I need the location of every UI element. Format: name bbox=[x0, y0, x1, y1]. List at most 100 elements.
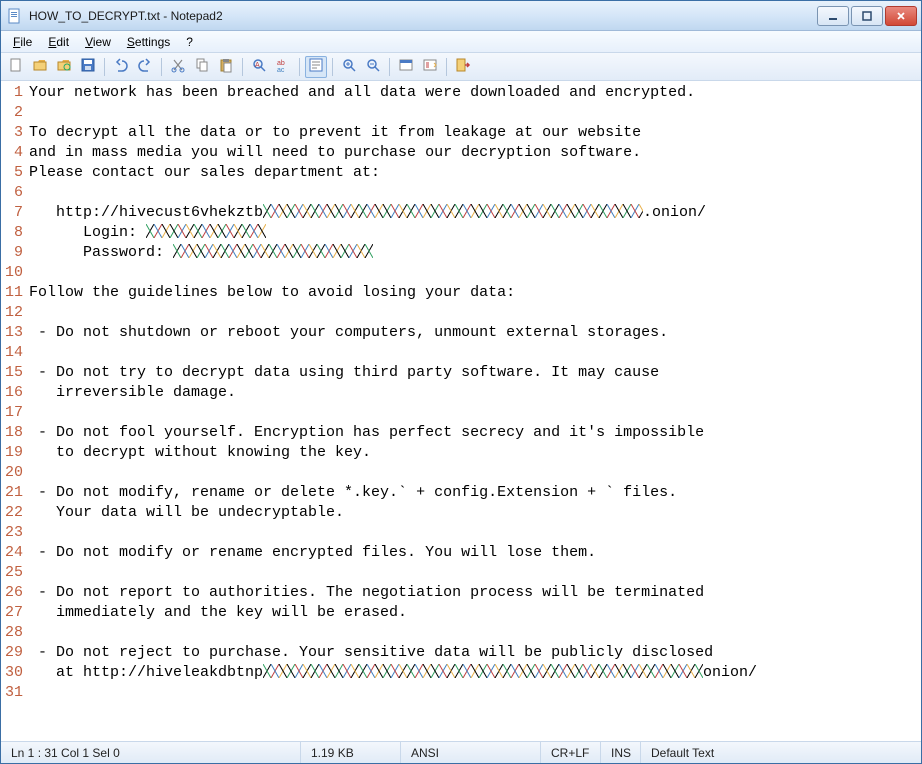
editor: 1234567891011121314151617181920212223242… bbox=[1, 81, 921, 741]
text-line bbox=[29, 683, 917, 703]
new-icon bbox=[8, 57, 24, 76]
text-line: http://hivecust6vhekztb.onion/ bbox=[29, 203, 917, 223]
undo-icon bbox=[113, 57, 129, 76]
window-title: HOW_TO_DECRYPT.txt - Notepad2 bbox=[29, 9, 817, 23]
minimize-button[interactable] bbox=[817, 6, 849, 26]
zoom-out-button[interactable] bbox=[362, 56, 384, 78]
text-line: Login: bbox=[29, 223, 917, 243]
text-line: irreversible damage. bbox=[29, 383, 917, 403]
text-line: - Do not report to authorities. The nego… bbox=[29, 583, 917, 603]
status-position: Ln 1 : 31 Col 1 Sel 0 bbox=[1, 742, 301, 763]
text-line: Your network has been breached and all d… bbox=[29, 83, 917, 103]
text-area[interactable]: Your network has been breached and all d… bbox=[29, 81, 921, 741]
text-line: Please contact our sales department at: bbox=[29, 163, 917, 183]
replace-button[interactable]: abac bbox=[272, 56, 294, 78]
text-line: - Do not reject to purchase. Your sensit… bbox=[29, 643, 917, 663]
text-line: and in mass media you will need to purch… bbox=[29, 143, 917, 163]
text-line: Your data will be undecryptable. bbox=[29, 503, 917, 523]
find-button[interactable]: A bbox=[248, 56, 270, 78]
text-line: immediately and the key will be erased. bbox=[29, 603, 917, 623]
redo-icon bbox=[137, 57, 153, 76]
text-line: - Do not modify, rename or delete *.key.… bbox=[29, 483, 917, 503]
svg-text:A: A bbox=[255, 62, 260, 69]
text-line: - Do not fool yourself. Encryption has p… bbox=[29, 423, 917, 443]
toolbar-separator bbox=[242, 58, 243, 76]
status-encoding: ANSI bbox=[401, 742, 541, 763]
text-line: - Do not try to decrypt data using third… bbox=[29, 363, 917, 383]
redo-button[interactable] bbox=[134, 56, 156, 78]
redacted-text bbox=[146, 224, 266, 238]
text-line bbox=[29, 263, 917, 283]
toolbar-separator bbox=[161, 58, 162, 76]
text-line bbox=[29, 563, 917, 583]
wordwrap-button[interactable] bbox=[305, 56, 327, 78]
text-line bbox=[29, 523, 917, 543]
wordwrap-icon bbox=[308, 57, 324, 76]
browse-button[interactable] bbox=[53, 56, 75, 78]
text-line bbox=[29, 303, 917, 323]
open-icon bbox=[32, 57, 48, 76]
open-button[interactable] bbox=[29, 56, 51, 78]
redacted-text bbox=[263, 204, 643, 218]
menu-edit[interactable]: Edit bbox=[40, 33, 77, 51]
exit-icon bbox=[455, 57, 471, 76]
maximize-button[interactable] bbox=[851, 6, 883, 26]
app-icon bbox=[7, 8, 23, 24]
status-eol: CR+LF bbox=[541, 742, 601, 763]
text-line bbox=[29, 463, 917, 483]
scheme-icon bbox=[398, 57, 414, 76]
menu-view[interactable]: View bbox=[77, 33, 119, 51]
paste-icon bbox=[218, 57, 234, 76]
settings-icon bbox=[422, 57, 438, 76]
menubar: File Edit View Settings ? bbox=[1, 31, 921, 53]
zoom-in-icon bbox=[341, 57, 357, 76]
zoom-out-icon bbox=[365, 57, 381, 76]
text-line: - Do not modify or rename encrypted file… bbox=[29, 543, 917, 563]
text-line: Password: bbox=[29, 243, 917, 263]
undo-button[interactable] bbox=[110, 56, 132, 78]
toolbar-separator bbox=[332, 58, 333, 76]
save-icon bbox=[80, 57, 96, 76]
menu-help[interactable]: ? bbox=[178, 33, 201, 51]
settings-button[interactable] bbox=[419, 56, 441, 78]
new-button[interactable] bbox=[5, 56, 27, 78]
menu-settings[interactable]: Settings bbox=[119, 33, 178, 51]
cut-button[interactable] bbox=[167, 56, 189, 78]
copy-icon bbox=[194, 57, 210, 76]
status-size: 1.19 KB bbox=[301, 742, 401, 763]
statusbar: Ln 1 : 31 Col 1 Sel 0 1.19 KB ANSI CR+LF… bbox=[1, 741, 921, 763]
text-line bbox=[29, 623, 917, 643]
line-number-gutter: 1234567891011121314151617181920212223242… bbox=[1, 81, 29, 741]
close-button[interactable] bbox=[885, 6, 917, 26]
text-line: at http://hiveleakdbtnponion/ bbox=[29, 663, 917, 683]
text-line bbox=[29, 343, 917, 363]
redacted-text bbox=[173, 244, 373, 258]
app-window: HOW_TO_DECRYPT.txt - Notepad2 File Edit … bbox=[0, 0, 922, 764]
toolbar-separator bbox=[389, 58, 390, 76]
menu-file[interactable]: File bbox=[5, 33, 40, 51]
text-line bbox=[29, 403, 917, 423]
text-line: Follow the guidelines below to avoid los… bbox=[29, 283, 917, 303]
titlebar: HOW_TO_DECRYPT.txt - Notepad2 bbox=[1, 1, 921, 31]
status-ins: INS bbox=[601, 742, 641, 763]
save-button[interactable] bbox=[77, 56, 99, 78]
replace-icon: abac bbox=[275, 57, 291, 76]
copy-button[interactable] bbox=[191, 56, 213, 78]
text-line bbox=[29, 103, 917, 123]
toolbar-separator bbox=[446, 58, 447, 76]
status-syntax: Default Text bbox=[641, 742, 921, 763]
redacted-text bbox=[263, 664, 703, 678]
zoom-in-button[interactable] bbox=[338, 56, 360, 78]
toolbar: Aabac bbox=[1, 53, 921, 81]
scheme-button[interactable] bbox=[395, 56, 417, 78]
text-line: - Do not shutdown or reboot your compute… bbox=[29, 323, 917, 343]
browse-icon bbox=[56, 57, 72, 76]
svg-text:ab: ab bbox=[277, 60, 285, 67]
paste-button[interactable] bbox=[215, 56, 237, 78]
text-line: To decrypt all the data or to prevent it… bbox=[29, 123, 917, 143]
toolbar-separator bbox=[299, 58, 300, 76]
toolbar-separator bbox=[104, 58, 105, 76]
text-line: to decrypt without knowing the key. bbox=[29, 443, 917, 463]
find-icon: A bbox=[251, 57, 267, 76]
exit-button[interactable] bbox=[452, 56, 474, 78]
